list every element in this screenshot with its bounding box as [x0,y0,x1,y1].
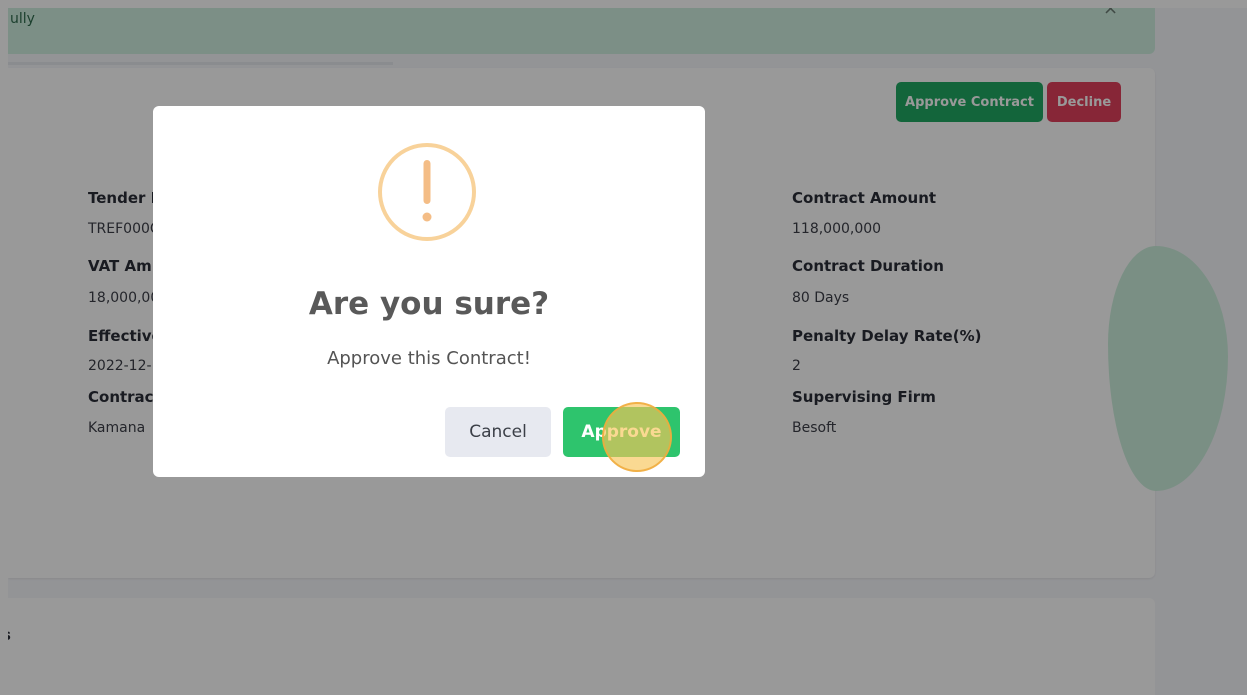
warning-icon [378,143,476,241]
cancel-button[interactable]: Cancel [445,407,551,457]
click-indicator [602,402,672,472]
dialog-title: Are you sure? [308,286,550,322]
dialog-message: Approve this Contract! [327,348,531,369]
